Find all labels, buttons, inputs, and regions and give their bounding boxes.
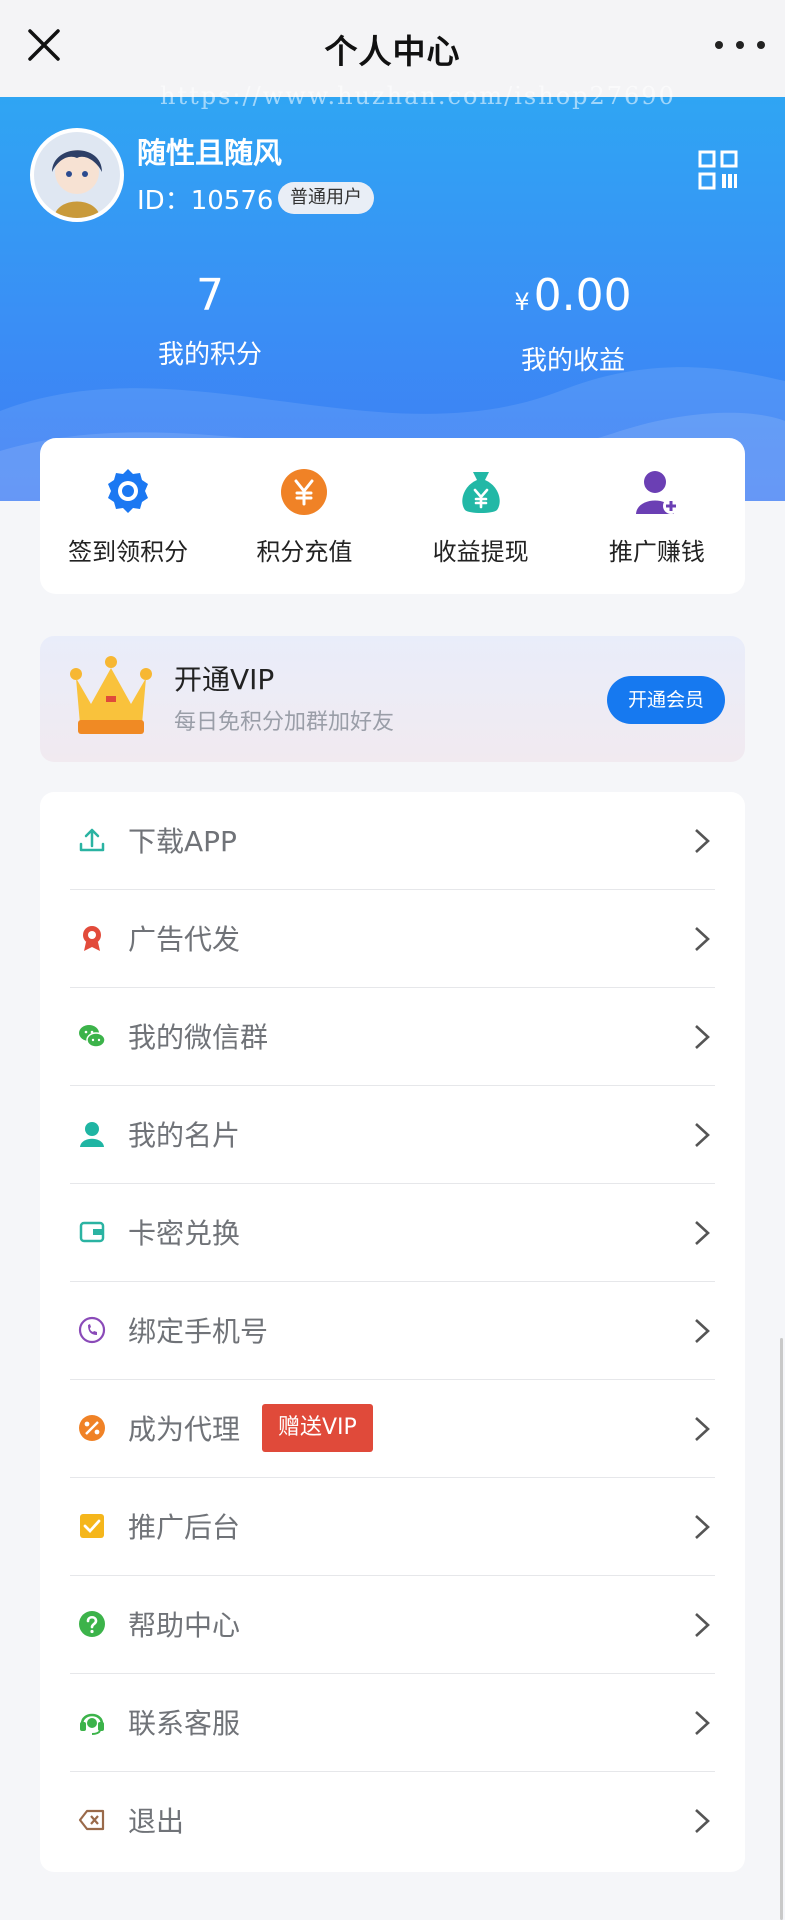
watermark-text: https://www.huzhan.com/ishop27690 (160, 82, 676, 110)
menu-item-label: 帮助中心 (128, 1609, 241, 1642)
money-bag-icon (461, 471, 500, 513)
checkbox-icon (80, 1514, 104, 1538)
chevron-right-icon (695, 927, 710, 951)
menu-item-wechat-groups[interactable]: 我的微信群 (70, 988, 715, 1086)
page-title: 个人中心 (324, 31, 461, 71)
yen-coin-icon (281, 468, 328, 515)
menu-item-label: 我的名片 (128, 1119, 241, 1152)
exit-icon (78, 1809, 105, 1831)
phone-icon (78, 1316, 106, 1344)
menu-item-help-center[interactable]: 帮助中心 (70, 1576, 715, 1674)
menu-item-ad-posting[interactable]: 广告代发 (70, 890, 715, 988)
badge-icon (108, 468, 149, 513)
promote-label: 推广赚钱 (608, 537, 705, 566)
user-id: ID：10576 (137, 180, 273, 217)
points-label: 我的积分 (157, 340, 262, 370)
currency-symbol: ¥ (514, 288, 530, 316)
chevron-right-icon (695, 1417, 710, 1441)
discount-icon (79, 1415, 105, 1441)
chevron-right-icon (695, 1319, 710, 1343)
chevron-right-icon (695, 1613, 710, 1637)
close-icon[interactable] (24, 25, 64, 65)
chevron-right-icon (695, 1809, 710, 1833)
earnings-label: 我的收益 (520, 346, 625, 376)
more-icon[interactable] (715, 30, 765, 60)
chevron-right-icon (695, 829, 710, 853)
menu-item-label: 卡密兑换 (128, 1217, 241, 1250)
menu-item-card-redeem[interactable]: 卡密兑换 (70, 1184, 715, 1282)
wallet-icon (79, 1221, 105, 1243)
recharge-label: 积分充值 (256, 537, 353, 566)
person-icon (80, 1122, 104, 1147)
chevron-right-icon (695, 1221, 710, 1245)
gift-vip-tag: 赠送VIP (262, 1404, 373, 1452)
wechat-icon (79, 1025, 106, 1048)
menu-item-promo-dashboard[interactable]: 推广后台 (70, 1478, 715, 1576)
earnings-value: 0.00 (533, 270, 632, 321)
earnings-stat[interactable]: ¥0.00 我的收益 (463, 270, 683, 377)
vip-subtitle: 每日免积分加群加好友 (174, 710, 395, 735)
withdraw-button[interactable]: 收益提现 (396, 466, 566, 567)
qr-code-icon[interactable] (698, 150, 738, 190)
vip-banner[interactable]: 开通VIP 每日免积分加群加好友 开通会员 (40, 636, 745, 762)
headset-icon (80, 1713, 104, 1735)
menu-item-become-agent[interactable]: 成为代理 赠送VIP (70, 1380, 715, 1478)
member-level-badge: 普通用户 (278, 182, 374, 214)
quick-actions: 签到领积分 积分充值 收益提现 推广赚钱 (40, 438, 745, 594)
chevron-right-icon (695, 1123, 710, 1147)
menu-item-customer-service[interactable]: 联系客服 (70, 1674, 715, 1772)
chevron-right-icon (695, 1711, 710, 1735)
recharge-points-button[interactable]: 积分充值 (219, 466, 389, 567)
menu-item-logout[interactable]: 退出 (70, 1772, 715, 1870)
menu-item-label: 退出 (128, 1805, 185, 1838)
award-icon (83, 926, 101, 951)
points-stat[interactable]: 7 我的积分 (100, 270, 320, 371)
scrollbar[interactable] (780, 1338, 783, 1920)
help-icon (79, 1611, 105, 1637)
checkin-button[interactable]: 签到领积分 (43, 466, 213, 567)
menu-item-download-app[interactable]: 下载APP (70, 792, 715, 890)
menu-item-bind-phone[interactable]: 绑定手机号 (70, 1282, 715, 1380)
chevron-right-icon (695, 1515, 710, 1539)
menu-item-label: 绑定手机号 (128, 1315, 269, 1348)
user-id-label: ID： (137, 186, 191, 216)
username: 随性且随风 (137, 136, 283, 170)
menu-item-label: 成为代理 (128, 1413, 241, 1446)
user-add-icon (635, 470, 679, 514)
crown-icon (70, 656, 152, 734)
vip-title: 开通VIP (174, 663, 275, 696)
menu-item-business-card[interactable]: 我的名片 (70, 1086, 715, 1184)
menu-item-label: 我的微信群 (128, 1021, 269, 1054)
user-id-value: 10576 (190, 186, 274, 216)
menu-item-label: 下载APP (128, 825, 237, 858)
checkin-label: 签到领积分 (68, 537, 189, 566)
withdraw-label: 收益提现 (432, 537, 529, 566)
points-value: 7 (196, 270, 224, 321)
menu-list: 下载APP 广告代发 我的微信群 我的名片 卡密兑换 绑定手机号 成为代理 赠送… (40, 792, 745, 1872)
promote-button[interactable]: 推广赚钱 (572, 466, 742, 567)
upload-icon (79, 828, 105, 852)
chevron-right-icon (695, 1025, 710, 1049)
avatar[interactable] (30, 128, 124, 222)
menu-item-label: 广告代发 (128, 923, 241, 956)
menu-item-label: 推广后台 (128, 1511, 241, 1544)
menu-item-label: 联系客服 (128, 1707, 241, 1740)
open-vip-button[interactable]: 开通会员 (607, 676, 725, 724)
